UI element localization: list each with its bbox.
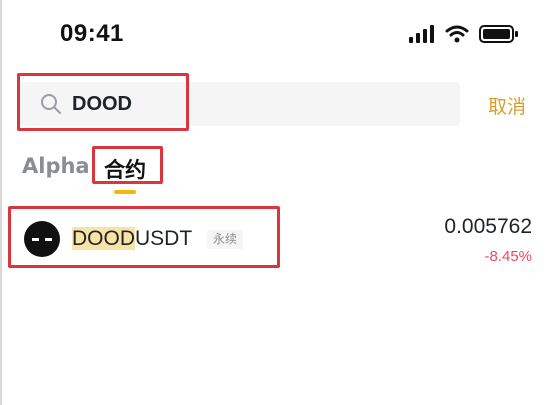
- status-icons: [409, 24, 519, 44]
- change-percent: -8.45%: [484, 248, 532, 265]
- battery-icon: [479, 25, 518, 43]
- signal-icon: [409, 25, 434, 43]
- tab-alpha[interactable]: Alpha: [22, 154, 90, 178]
- active-tab-indicator: [114, 190, 136, 194]
- cancel-button[interactable]: 取消: [488, 92, 526, 119]
- annotation-box-search: [17, 73, 189, 131]
- price-value: 0.005762: [444, 215, 532, 238]
- annotation-box-result: [8, 206, 280, 268]
- screen-edge: [0, 0, 2, 405]
- wifi-icon: [445, 25, 469, 43]
- annotation-box-tab: [92, 146, 163, 184]
- status-time: 09:41: [60, 20, 124, 47]
